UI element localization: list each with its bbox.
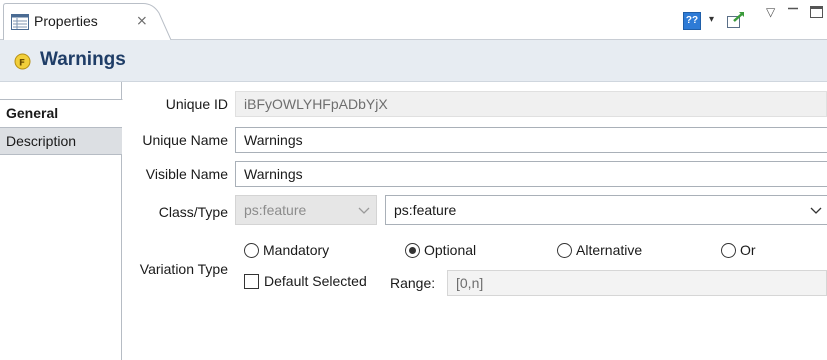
radio-selected-dot <box>409 247 416 254</box>
svg-text:F: F <box>19 59 25 69</box>
radio-or-circle[interactable] <box>721 243 736 258</box>
tab-title: Properties <box>34 13 98 29</box>
tab-description[interactable]: Description <box>0 127 122 155</box>
section-tabs: General Description <box>0 82 123 360</box>
unique-id-field: iBFyOWLYHFpADbYjX <box>235 91 827 117</box>
maximize-icon[interactable] <box>810 6 827 18</box>
minimize-icon[interactable] <box>788 6 798 16</box>
class-type-label: Class/Type <box>158 204 228 220</box>
unique-name-field[interactable]: Warnings <box>235 127 827 153</box>
radio-alternative-circle[interactable] <box>557 243 572 258</box>
visible-name-label: Visible Name <box>145 166 228 182</box>
type-select-value: ps:feature <box>394 202 457 218</box>
page-title: Warnings <box>40 49 126 70</box>
unique-id-label: Unique ID <box>165 96 228 112</box>
view-tab-bar: Properties ⨯ ?? ▾ ▽ <box>0 0 827 40</box>
chevron-down-icon[interactable] <box>810 207 822 215</box>
visible-name-field[interactable]: Warnings <box>235 161 827 187</box>
default-selected-label: Default Selected <box>264 273 367 289</box>
properties-view-tab[interactable]: Properties ⨯ <box>3 3 175 40</box>
tab-general[interactable]: General <box>0 99 123 127</box>
unique-name-label: Unique Name <box>142 132 228 148</box>
help-button[interactable]: ?? <box>683 12 701 30</box>
type-select[interactable]: ps:feature <box>385 195 827 225</box>
chevron-down-icon <box>358 207 370 214</box>
radio-mandatory-circle[interactable] <box>244 243 259 258</box>
default-selected-box[interactable] <box>244 274 259 289</box>
pin-editor-icon[interactable] <box>726 11 746 29</box>
properties-header: F Warnings <box>0 40 827 82</box>
radio-mandatory-label: Mandatory <box>263 242 330 258</box>
radio-or-label: Or <box>740 242 756 258</box>
feature-icon: F <box>14 53 31 70</box>
range-field: [0,n] <box>447 270 827 296</box>
radio-optional-circle[interactable] <box>405 243 420 258</box>
class-select: ps:feature <box>235 195 377 225</box>
range-label: Range: <box>390 275 436 291</box>
help-dropdown-icon[interactable]: ▾ <box>709 14 714 25</box>
properties-table-icon <box>11 14 29 30</box>
class-select-value: ps:feature <box>244 202 307 218</box>
radio-alternative-label: Alternative <box>576 242 643 258</box>
variation-type-label: Variation Type <box>139 261 228 277</box>
radio-optional-label: Optional <box>424 242 477 258</box>
close-icon[interactable]: ⨯ <box>136 12 148 29</box>
view-menu-icon[interactable]: ▽ <box>766 5 775 19</box>
